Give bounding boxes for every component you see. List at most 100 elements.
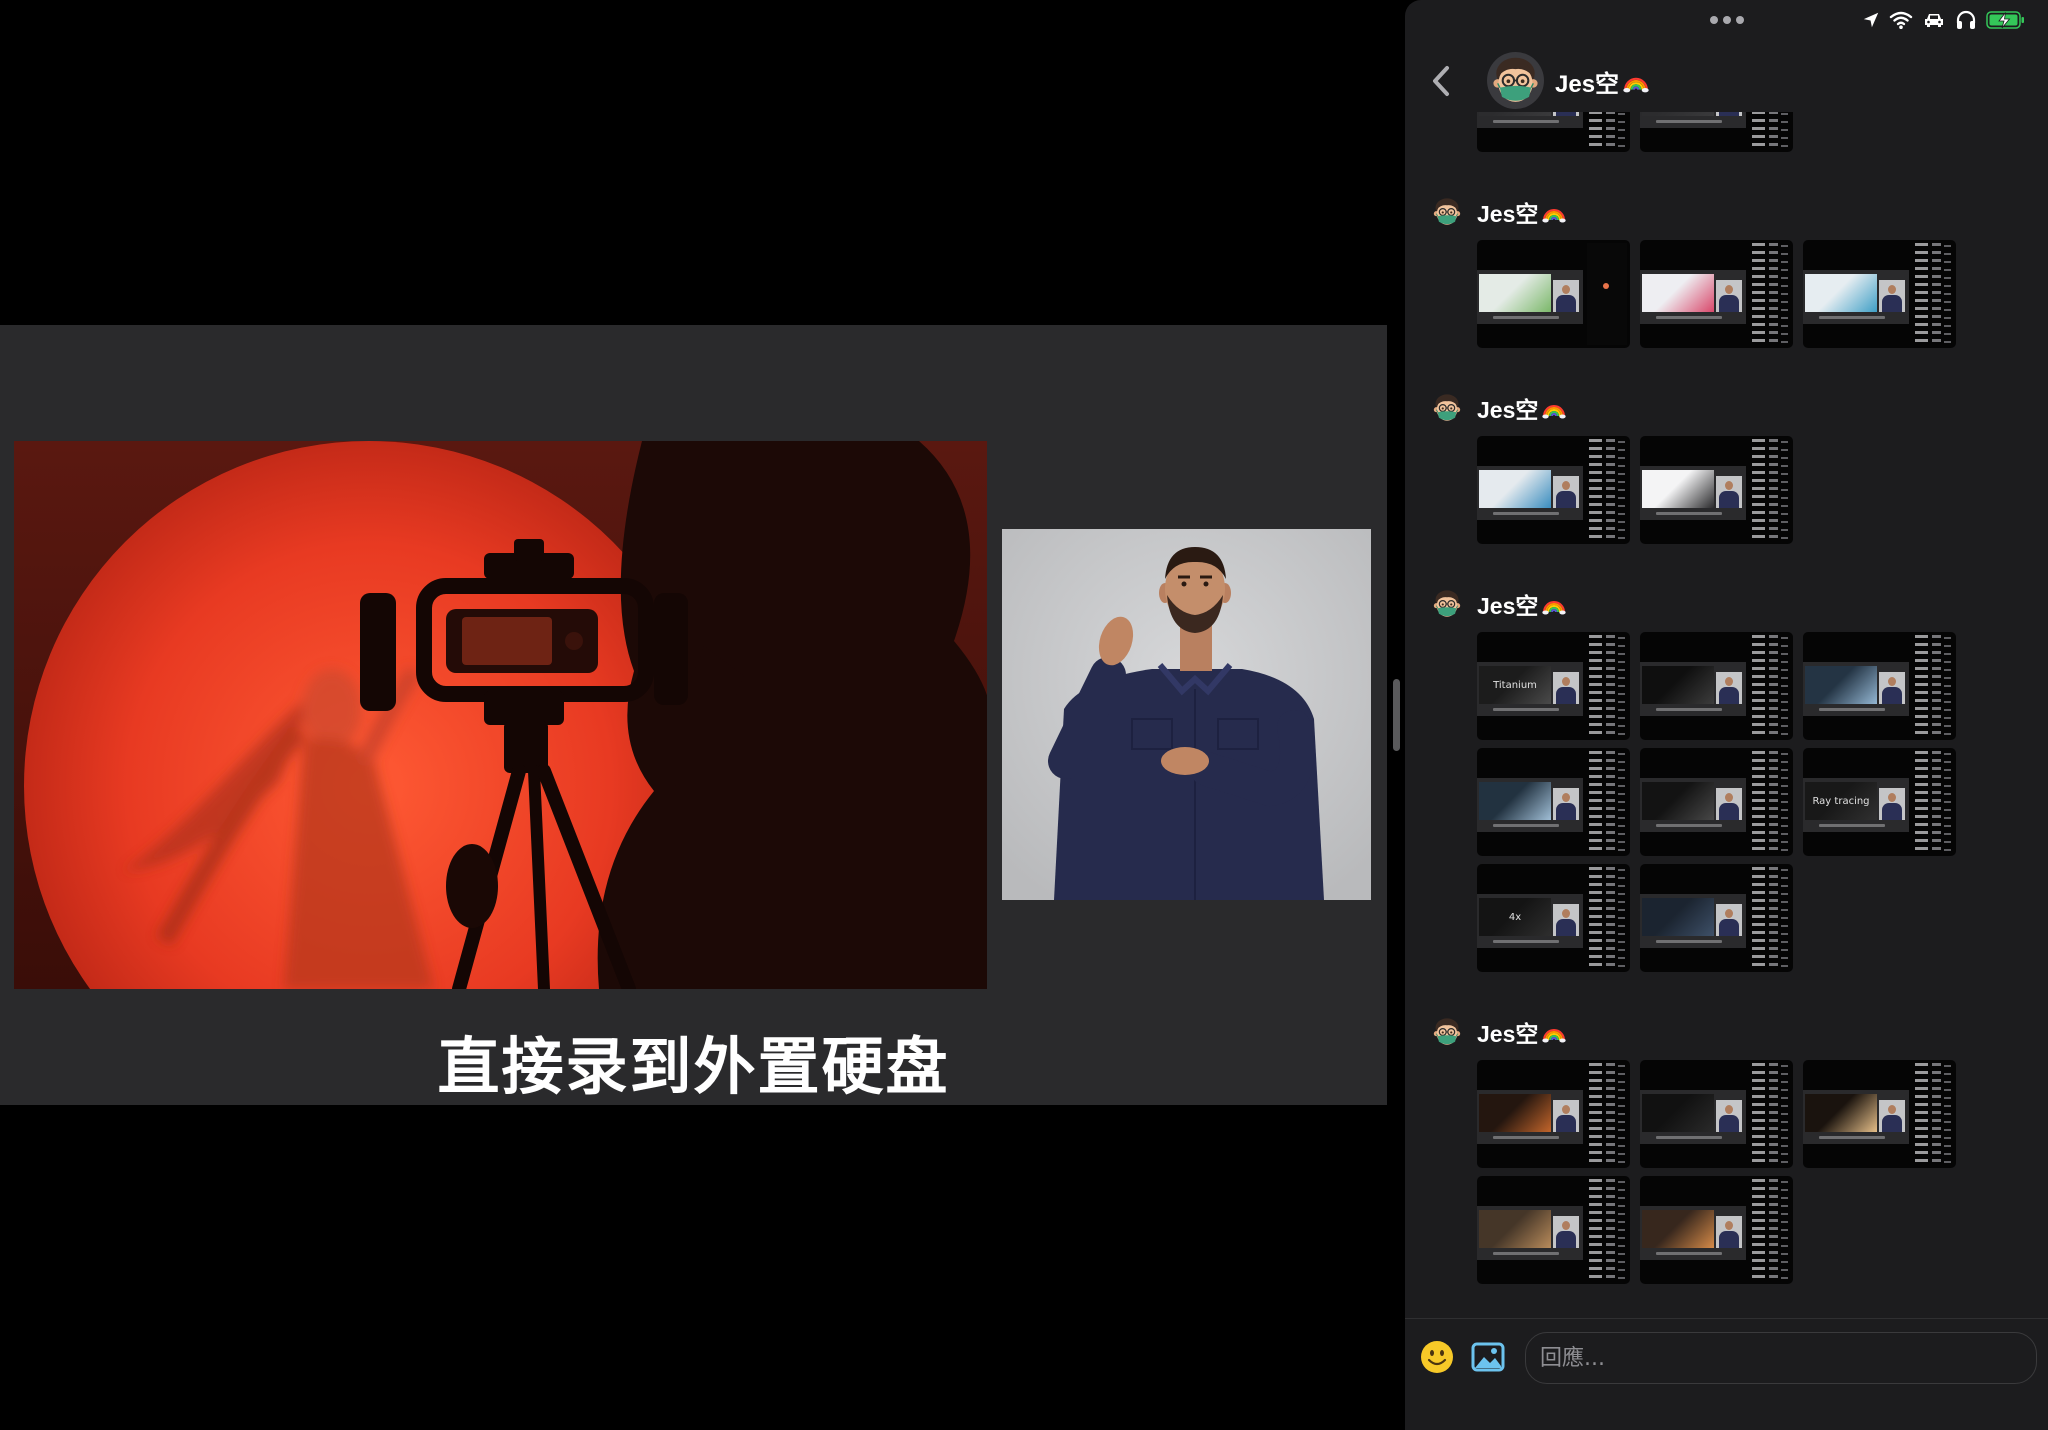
thumbnail-video-frame xyxy=(1640,894,1746,948)
rainbow-icon xyxy=(1623,68,1649,94)
sender-name: Jes空 xyxy=(1477,397,1539,423)
image-thumbnail[interactable] xyxy=(1477,748,1630,856)
phone-screen xyxy=(462,617,552,665)
thumbnail-caption-bar xyxy=(1656,824,1722,827)
thumbnail-caption-bar xyxy=(1656,120,1722,123)
message-list[interactable]: Jes空 Jes空 Jes空 Titanium Ray tracing 4x Jes空 xyxy=(1405,112,2048,1318)
thumbnail-video-frame xyxy=(1477,270,1583,324)
thumbnail-scene-image xyxy=(1642,1094,1714,1132)
image-thumbnail[interactable] xyxy=(1477,1176,1630,1284)
image-thumbnail[interactable]: Titanium xyxy=(1477,632,1630,740)
thumbnail-scene-image xyxy=(1479,470,1551,508)
image-thumbnail[interactable] xyxy=(1640,1060,1793,1168)
memoji-icon xyxy=(1430,391,1464,425)
thumbnail-video-frame xyxy=(1477,1206,1583,1260)
contact-avatar[interactable] xyxy=(1487,52,1544,109)
thumbnail-caption-bar xyxy=(1493,120,1559,123)
thumbnail-interpreter xyxy=(1716,112,1742,116)
thumbnail-caption-bar xyxy=(1493,512,1559,515)
split-view-divider-handle[interactable] xyxy=(1393,679,1400,751)
rainbow-icon xyxy=(1542,396,1566,420)
image-thumbnail[interactable] xyxy=(1640,632,1793,740)
image-thumbnail[interactable] xyxy=(1640,436,1793,544)
rainbow-icon xyxy=(1542,1020,1566,1044)
thumbnail-chat-panel xyxy=(1750,1179,1790,1281)
memoji-icon xyxy=(1430,1015,1464,1049)
thumbnail-caption-bar xyxy=(1656,316,1722,319)
image-thumbnail[interactable] xyxy=(1640,240,1793,348)
thumbnail-interpreter xyxy=(1553,672,1579,704)
thumbnail-video-frame xyxy=(1477,778,1583,832)
image-thumbnail[interactable] xyxy=(1640,1176,1793,1284)
memoji-icon xyxy=(1487,52,1544,109)
sender-name: Jes空 xyxy=(1477,201,1539,227)
thumbnail-scene-image xyxy=(1479,1210,1551,1248)
contact-name: Jes空 xyxy=(1555,70,1620,98)
sender-name: Jes空 xyxy=(1477,1021,1539,1047)
thumbnail-chat-panel xyxy=(1587,867,1627,969)
thumbnail-chat-panel xyxy=(1587,112,1627,149)
image-thumbnail[interactable] xyxy=(1640,112,1793,152)
thumbnail-scene-image xyxy=(1642,1210,1714,1248)
image-thumbnail[interactable] xyxy=(1477,112,1630,152)
thumbnail-chat-panel xyxy=(1587,1179,1627,1281)
smiley-icon[interactable] xyxy=(1420,1340,1454,1374)
thumbnail-caption-bar xyxy=(1819,316,1885,319)
image-thumbnail[interactable] xyxy=(1477,1060,1630,1168)
chat-panel: Jes空 Jes空 Jes空 Jes空 Titanium Ray tracing 4x Je… xyxy=(1405,0,2048,1430)
thumbnail-grid xyxy=(1477,1060,1956,1284)
thumbnail-video-frame xyxy=(1477,466,1583,520)
image-thumbnail[interactable]: Ray tracing xyxy=(1803,748,1956,856)
thumbnail-chat-panel xyxy=(1750,751,1790,853)
thumbnail-video-frame: Ray tracing xyxy=(1803,778,1909,832)
image-thumbnail[interactable] xyxy=(1803,632,1956,740)
back-chevron-icon[interactable] xyxy=(1427,62,1455,100)
thumbnail-chat-panel xyxy=(1750,439,1790,541)
thumbnail-chat-panel xyxy=(1750,867,1790,969)
video-player[interactable]: 直接录到外置硬盘 xyxy=(0,325,1387,1105)
thumbnail-grid: Titanium Ray tracing 4x xyxy=(1477,632,1956,972)
avatar xyxy=(1430,1015,1464,1049)
image-thumbnail[interactable] xyxy=(1803,1060,1956,1168)
image-thumbnail[interactable] xyxy=(1477,240,1630,348)
thumbnail-scene-image: Ray tracing xyxy=(1805,782,1877,820)
thumbnail-caption-bar xyxy=(1656,940,1722,943)
thumbnail-interpreter xyxy=(1716,476,1742,508)
thumbnail-chat-panel xyxy=(1913,635,1953,737)
thumbnail-caption-bar xyxy=(1656,1252,1722,1255)
image-thumbnail[interactable] xyxy=(1640,748,1793,856)
contact-title[interactable]: Jes空 xyxy=(1555,64,1649,98)
thumbnail-interpreter xyxy=(1716,788,1742,820)
thumbnail-caption-bar xyxy=(1493,1136,1559,1139)
thumbnail-caption-bar xyxy=(1656,708,1722,711)
message-group: Jes空 xyxy=(1405,195,2048,348)
thumbnail-chat-panel xyxy=(1750,635,1790,737)
thumbnail-scene-image xyxy=(1805,1094,1877,1132)
image-thumbnail[interactable] xyxy=(1640,864,1793,972)
thumbnail-video-frame xyxy=(1640,1206,1746,1260)
avatar xyxy=(1430,195,1464,229)
image-thumbnail[interactable] xyxy=(1477,436,1630,544)
image-thumbnail[interactable]: 4x xyxy=(1477,864,1630,972)
video-stage: 直接录到外置硬盘 xyxy=(0,0,1400,1430)
avatar xyxy=(1430,391,1464,425)
rainbow-glyph xyxy=(1542,592,1566,616)
reply-input[interactable] xyxy=(1525,1332,2037,1384)
thumbnail-interpreter xyxy=(1553,280,1579,312)
thumbnail-label: 4x xyxy=(1508,911,1522,923)
thumbnail-chat-panel xyxy=(1750,243,1790,345)
memoji-icon xyxy=(1430,195,1464,229)
thumbnail-interpreter xyxy=(1716,1100,1742,1132)
thumbnail-interpreter xyxy=(1716,672,1742,704)
thumbnail-dot xyxy=(1603,283,1609,289)
sign-language-interpreter-video xyxy=(1002,529,1371,900)
photo-icon[interactable] xyxy=(1471,1342,1505,1372)
thumbnail-caption-bar xyxy=(1493,1252,1559,1255)
image-thumbnail[interactable] xyxy=(1803,240,1956,348)
thumbnail-video-frame xyxy=(1803,1090,1909,1144)
sender-row: Jes空 xyxy=(1405,1015,2048,1049)
recording-scene-image xyxy=(14,441,987,989)
thumbnail-chat-panel xyxy=(1587,751,1627,853)
thumbnail-caption-bar xyxy=(1493,940,1559,943)
hand-on-tripod xyxy=(446,844,498,928)
